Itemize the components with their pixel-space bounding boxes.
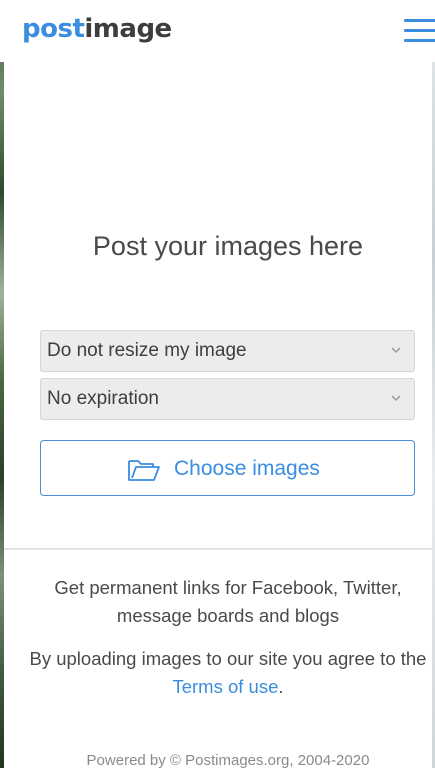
resize-select-value: Do not resize my image	[47, 340, 247, 361]
agreement-text: By uploading images to our site you agre…	[29, 648, 427, 669]
site-header: postimage	[0, 0, 435, 62]
choose-images-button[interactable]: Choose images	[40, 440, 415, 496]
menu-bar-middle	[404, 29, 435, 32]
expiration-select-value: No expiration	[47, 388, 159, 409]
logo-text-image: image	[84, 14, 172, 44]
info-text-line-1: Get permanent links for Facebook, Twitte…	[54, 577, 402, 598]
terms-of-use-link[interactable]: Terms of use	[172, 676, 278, 697]
postimage-logo[interactable]: postimage	[22, 12, 172, 46]
hamburger-menu-icon[interactable]	[404, 16, 435, 44]
logo-text-post: post	[22, 14, 85, 44]
menu-bar-bottom	[404, 39, 435, 42]
choose-images-label: Choose images	[174, 457, 320, 480]
terms-line: Terms of use.	[0, 673, 435, 701]
folder-open-icon	[128, 460, 160, 481]
chevron-down-icon	[391, 395, 401, 402]
info-text-line-2: message boards and blogs	[116, 605, 340, 626]
footer-powered-by: Powered by © Postimages.org, 2004-2020	[86, 752, 370, 769]
terms-suffix: .	[278, 676, 284, 697]
section-divider	[4, 548, 435, 550]
menu-bar-top	[404, 19, 435, 22]
page-headline: Post your images here	[92, 231, 364, 261]
chevron-down-icon	[391, 347, 401, 354]
expiration-select[interactable]: No expiration	[40, 378, 415, 420]
resize-select[interactable]: Do not resize my image	[40, 330, 415, 372]
